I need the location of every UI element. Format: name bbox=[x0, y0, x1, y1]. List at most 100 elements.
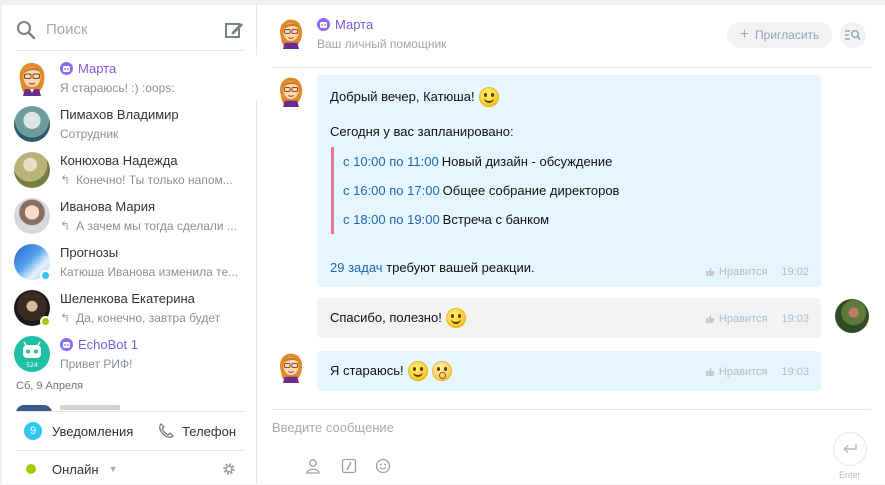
message-bubble: Добрый вечер, Катюша! Сегодня у вас запл… bbox=[317, 75, 821, 287]
status-row[interactable]: Онлайн ▼ bbox=[16, 453, 244, 485]
schedule-time-link[interactable]: с 18:00 по 19:00 bbox=[343, 212, 440, 227]
chat-name: Конюхова Надежда bbox=[60, 153, 178, 168]
like-label: Нравится bbox=[718, 313, 768, 325]
notifications-label[interactable]: Уведомления bbox=[52, 424, 133, 439]
chat-header: Марта Ваш личный помощник + Пригласить bbox=[257, 5, 885, 67]
message-greeting: Добрый вечер, Катюша! bbox=[330, 86, 808, 107]
echobot-avatar-label: 524 bbox=[26, 362, 38, 369]
chat-name-text: Марта bbox=[78, 61, 117, 76]
message-meta: Нравится 19:03 bbox=[705, 366, 809, 378]
tasks-line: 29 задач требуют вашей реакции. bbox=[330, 258, 535, 277]
smile-icon[interactable] bbox=[375, 458, 391, 474]
smile-emoji-icon bbox=[478, 86, 499, 107]
like-label: Нравится bbox=[718, 366, 768, 378]
chat-item-echobot[interactable]: 524 EchoBot 1 Привет РИФ! bbox=[2, 331, 257, 377]
schedule-list: с 10:00 по 11:00 Новый дизайн - обсуждени… bbox=[331, 147, 808, 234]
chat-name: Прогнозы bbox=[60, 245, 119, 260]
status-label[interactable]: Онлайн bbox=[52, 462, 99, 477]
chat-item-shelenkova[interactable]: Шеленкова Екатерина ↰ Да, конечно, завтра… bbox=[2, 285, 257, 331]
composer-divider bbox=[271, 409, 871, 410]
avatar bbox=[14, 198, 50, 234]
schedule-time-link[interactable]: с 10:00 по 11:00 bbox=[343, 154, 439, 169]
chat-title[interactable]: Марта bbox=[317, 17, 373, 32]
chat-preview-text: А зачем мы тогда сделали ... bbox=[76, 218, 237, 233]
date-separator: Сб, 9 Апреля bbox=[16, 380, 84, 392]
avatar bbox=[14, 106, 50, 142]
message-text: Спасибо, полезно! bbox=[330, 310, 442, 325]
chat-item-konyukhova[interactable]: Конюхова Надежда ↰ Конечно! Ты только нап… bbox=[2, 147, 257, 193]
chat-preview: Привет РИФ! bbox=[60, 356, 133, 371]
tasks-text: требуют вашей реакции. bbox=[386, 260, 535, 275]
message-bubble: Спасибо, полезно! Нравится 19:03 bbox=[317, 298, 821, 338]
thumbs-up-icon bbox=[705, 315, 715, 323]
thumbs-up-icon bbox=[705, 268, 715, 276]
command-icon[interactable] bbox=[341, 458, 357, 474]
search-in-chat-button[interactable] bbox=[840, 22, 866, 48]
message-meta: Нравится 19:02 bbox=[705, 266, 809, 278]
phone-button[interactable]: Телефон bbox=[158, 423, 236, 439]
lock-icon bbox=[40, 270, 51, 281]
user-icon[interactable] bbox=[305, 458, 321, 474]
message-bubble: Я стараюсь! Нравится 19:03 bbox=[317, 351, 821, 391]
greeting-text: Добрый вечер, Катюша! bbox=[330, 89, 475, 104]
message-time: 19:02 bbox=[781, 266, 809, 278]
gear-icon[interactable] bbox=[222, 462, 236, 476]
schedule-title: Встреча с банком bbox=[442, 212, 550, 227]
chat-preview: ↰ Конечно! Ты только напом... bbox=[60, 171, 245, 188]
like-button[interactable]: Нравится bbox=[705, 266, 767, 278]
online-status-dot bbox=[26, 464, 36, 474]
reply-icon: ↰ bbox=[60, 310, 71, 325]
schedule-title: Общее собрание директоров bbox=[442, 183, 620, 198]
bot-icon bbox=[60, 62, 73, 75]
chat-item-ivanova[interactable]: Иванова Мария ↰ А зачем мы тогда сделали … bbox=[2, 193, 257, 239]
chat-preview: ↰ Да, конечно, завтра будет bbox=[60, 309, 245, 326]
phone-label: Телефон bbox=[182, 423, 236, 439]
avatar bbox=[835, 299, 869, 333]
reply-icon: ↰ bbox=[60, 218, 71, 233]
oops-emoji-icon bbox=[431, 360, 452, 381]
assistant-avatar-icon bbox=[280, 77, 303, 107]
sidebar: Марта Я стараюсь! :) :oops: Пимахов Влад… bbox=[2, 5, 257, 484]
chat-name: Марта bbox=[60, 60, 245, 77]
chat-name: Шеленкова Екатерина bbox=[60, 291, 195, 306]
chat-name: Иванова Мария bbox=[60, 199, 156, 214]
invite-button[interactable]: + Пригласить bbox=[727, 22, 832, 48]
chat-item-marta[interactable]: Марта Я стараюсь! :) :oops: bbox=[2, 55, 257, 101]
chat-preview: Катюша Иванова изменила те... bbox=[60, 264, 239, 279]
avatar bbox=[14, 152, 50, 188]
reply-icon: ↰ bbox=[60, 172, 71, 187]
message-time: 19:03 bbox=[781, 366, 809, 378]
message-meta: Нравится 19:03 bbox=[705, 313, 809, 325]
send-button[interactable] bbox=[833, 432, 867, 466]
schedule-intro: Сегодня у вас запланировано: bbox=[330, 124, 514, 139]
like-button[interactable]: Нравится bbox=[705, 313, 768, 325]
schedule-time-link[interactable]: с 16:00 по 17:00 bbox=[343, 183, 440, 198]
chat-name-placeholder bbox=[60, 405, 120, 410]
enter-arrow-icon bbox=[843, 444, 857, 454]
chat-name: EchoBot 1 bbox=[60, 336, 245, 353]
chat-name: Пимахов Владимир bbox=[60, 107, 179, 122]
compose-icon[interactable] bbox=[224, 20, 244, 40]
chat-preview: Я стараюсь! :) :oops: bbox=[60, 80, 175, 95]
schedule-item: с 10:00 по 11:00 Новый дизайн - обсуждени… bbox=[343, 147, 808, 176]
chat-item-pimakhov[interactable]: Пимахов Владимир Сотрудник bbox=[2, 101, 257, 147]
message-input[interactable] bbox=[272, 415, 812, 439]
app-frame: Марта Я стараюсь! :) :oops: Пимахов Влад… bbox=[0, 0, 885, 484]
notifications-row[interactable]: 9 Уведомления Телефон bbox=[16, 411, 244, 451]
chat-item-prognozy[interactable]: Прогнозы Катюша Иванова изменила те... bbox=[2, 239, 257, 285]
avatar bbox=[275, 17, 307, 54]
notifications-badge: 9 bbox=[24, 422, 42, 440]
send-hint-label: Enter bbox=[839, 470, 861, 480]
message-text: Я стараюсь! bbox=[330, 363, 404, 378]
thumbs-up-icon bbox=[705, 368, 715, 376]
search-icon bbox=[17, 20, 36, 39]
search-input[interactable] bbox=[46, 21, 206, 38]
header-divider bbox=[271, 67, 871, 68]
like-button[interactable]: Нравится bbox=[705, 366, 768, 378]
schedule-title: Новый дизайн - обсуждение bbox=[441, 154, 613, 169]
chat-preview: Сотрудник bbox=[60, 126, 119, 141]
chevron-down-icon[interactable]: ▼ bbox=[109, 464, 118, 474]
tasks-link[interactable]: 29 задач bbox=[330, 260, 383, 275]
chat-subtitle: Ваш личный помощник bbox=[317, 37, 447, 51]
avatar bbox=[275, 351, 307, 388]
